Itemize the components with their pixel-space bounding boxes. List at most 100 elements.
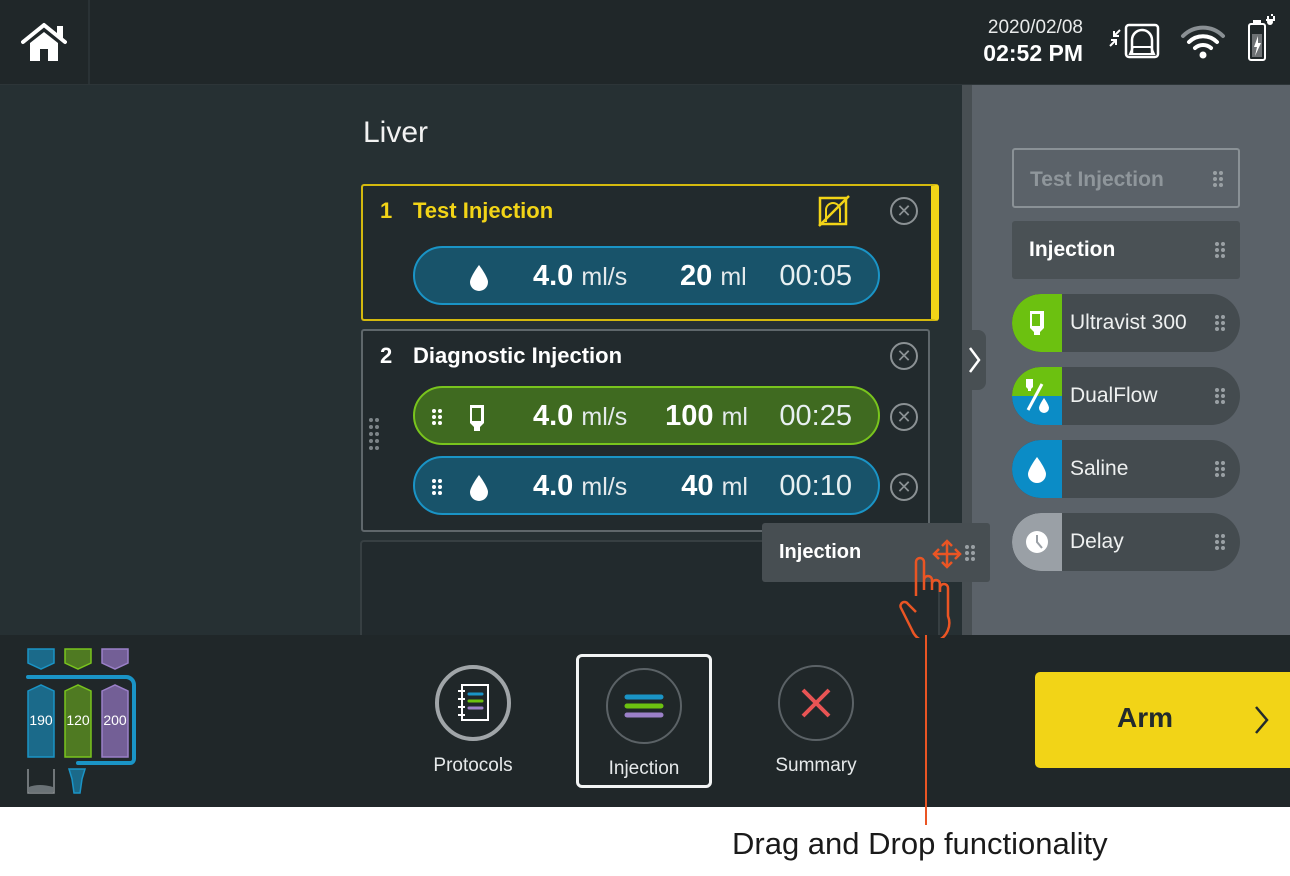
arm-label: Arm bbox=[1117, 702, 1174, 733]
contrast-swatch bbox=[1012, 294, 1062, 352]
library-item-delay[interactable]: Delay bbox=[1012, 513, 1240, 571]
volume-unit: ml bbox=[720, 263, 747, 291]
fluid-status-widget[interactable]: 190 120 200 bbox=[24, 647, 140, 797]
drag-handle-icon[interactable] bbox=[1214, 387, 1226, 405]
step-card-diagnostic-injection[interactable]: 2 Diagnostic Injection ✕ 4.0 ml/s 100 ml… bbox=[361, 329, 930, 532]
contrast-bottle-icon bbox=[1030, 311, 1044, 335]
volume-value: 20 bbox=[680, 260, 713, 292]
tab-label: Summary bbox=[775, 755, 857, 776]
library-item-ultravist-300[interactable]: Ultravist 300 bbox=[1012, 294, 1240, 352]
tab-protocols[interactable]: Protocols bbox=[405, 654, 541, 788]
flow-value: 4.0 bbox=[533, 400, 574, 432]
phase-drag-handle[interactable] bbox=[431, 478, 443, 496]
chevron-right-icon bbox=[1255, 706, 1269, 734]
step-name: Test Injection bbox=[413, 198, 554, 223]
saline-drop-icon bbox=[470, 475, 488, 501]
library-item-label: Delay bbox=[1070, 530, 1124, 553]
flow-rate[interactable]: 4.0 ml/s bbox=[533, 470, 627, 503]
flow-rate[interactable]: 4.0 ml/s bbox=[533, 260, 627, 293]
drag-handle-icon[interactable] bbox=[1214, 533, 1226, 551]
duration: 00:25 bbox=[779, 400, 852, 432]
volume[interactable]: 100 ml bbox=[665, 400, 748, 433]
library-item-test-injection: Test Injection bbox=[1012, 148, 1240, 208]
tab-label: Injection bbox=[608, 758, 680, 779]
home-button[interactable] bbox=[0, 0, 90, 84]
contrast-bottle-icon bbox=[470, 405, 484, 431]
flow-rate[interactable]: 4.0 ml/s bbox=[533, 400, 627, 433]
drag-handle-icon bbox=[1213, 171, 1223, 187]
step-number: 2 bbox=[380, 343, 393, 368]
drag-handle-icon[interactable] bbox=[964, 544, 976, 562]
remove-phase-button[interactable]: ✕ bbox=[890, 473, 918, 501]
collapse-panel-button[interactable] bbox=[962, 330, 986, 390]
injection-list-icon bbox=[624, 694, 664, 718]
protocols-icon-circle bbox=[435, 665, 511, 741]
dualflow-icon bbox=[1026, 379, 1049, 413]
dualflow-swatch bbox=[1012, 367, 1062, 425]
battery-charging-icon bbox=[1248, 14, 1275, 61]
scanner-off-icon[interactable] bbox=[817, 194, 851, 228]
duration: 00:10 bbox=[779, 470, 852, 502]
library-item-label: Test Injection bbox=[1030, 168, 1164, 191]
remove-step-button[interactable]: ✕ bbox=[890, 197, 918, 225]
library-item-label: Ultravist 300 bbox=[1070, 311, 1187, 334]
annotation-caption: Drag and Drop functionality bbox=[732, 826, 1108, 861]
saline-swatch bbox=[1012, 440, 1062, 498]
volume-unit: ml bbox=[721, 473, 748, 501]
library-item-label: Saline bbox=[1070, 457, 1129, 480]
saline-drop-icon bbox=[470, 265, 488, 291]
remove-phase-button[interactable]: ✕ bbox=[890, 403, 918, 431]
library-item-saline[interactable]: Saline bbox=[1012, 440, 1240, 498]
scanner-link-icon[interactable] bbox=[1106, 18, 1162, 62]
protocol-title: Liver bbox=[363, 116, 429, 149]
syringe-level-contrast-b: 200 bbox=[103, 712, 127, 728]
clock-icon bbox=[1026, 531, 1048, 553]
step-drag-handle[interactable] bbox=[368, 417, 380, 451]
phase-pill-saline[interactable]: 4.0 ml/s 40 ml 00:10 bbox=[413, 456, 880, 515]
volume-value: 100 bbox=[665, 400, 714, 432]
step-card-test-injection[interactable]: 1 Test Injection ✕ 4.0 ml/s 20 ml 00:05 bbox=[361, 184, 939, 321]
volume[interactable]: 20 ml bbox=[680, 260, 747, 293]
phase-drag-handle[interactable] bbox=[431, 408, 443, 426]
tab-label: Protocols bbox=[433, 755, 513, 776]
volume-value: 40 bbox=[681, 470, 714, 502]
flow-unit: ml/s bbox=[581, 263, 628, 291]
annotation-pointer-line bbox=[925, 635, 927, 825]
volume[interactable]: 40 ml bbox=[681, 470, 748, 503]
drag-handle-icon[interactable] bbox=[1214, 314, 1226, 332]
flow-unit: ml/s bbox=[581, 403, 628, 431]
phase-pill-saline[interactable]: 4.0 ml/s 20 ml 00:05 bbox=[413, 246, 880, 305]
date-time: 2020/02/08 02:52 PM bbox=[983, 17, 1083, 67]
library-item-dualflow[interactable]: DualFlow bbox=[1012, 367, 1240, 425]
home-icon bbox=[21, 23, 67, 61]
top-bar: 2020/02/08 02:52 PM bbox=[0, 0, 1290, 85]
step-number: 1 bbox=[380, 198, 393, 223]
tab-summary[interactable]: Summary bbox=[748, 654, 884, 788]
library-item-label: DualFlow bbox=[1070, 384, 1158, 407]
flow-unit: ml/s bbox=[581, 473, 628, 501]
remove-step-button[interactable]: ✕ bbox=[890, 342, 918, 370]
drag-handle-icon[interactable] bbox=[1214, 241, 1226, 259]
flow-value: 4.0 bbox=[533, 470, 574, 502]
flow-value: 4.0 bbox=[533, 260, 574, 292]
phase-pill-contrast[interactable]: 4.0 ml/s 100 ml 00:25 bbox=[413, 386, 880, 445]
syringe-level-contrast-a: 120 bbox=[66, 712, 90, 728]
arm-button[interactable]: Arm bbox=[1035, 672, 1290, 768]
syringe-level-saline: 190 bbox=[29, 712, 53, 728]
injection-icon-circle bbox=[606, 668, 682, 744]
drag-handle-icon[interactable] bbox=[1214, 460, 1226, 478]
chevron-right-icon bbox=[969, 347, 981, 373]
time: 02:52 PM bbox=[983, 40, 1083, 66]
delay-swatch bbox=[1012, 513, 1062, 571]
summary-icon-circle bbox=[778, 665, 854, 741]
saline-drop-icon bbox=[1028, 457, 1046, 483]
wifi-icon bbox=[1181, 25, 1225, 59]
protocols-notebook-icon bbox=[458, 684, 489, 721]
tab-injection[interactable]: Injection bbox=[576, 654, 712, 788]
volume-unit: ml bbox=[721, 403, 748, 431]
hand-pointer-icon bbox=[899, 556, 951, 638]
date: 2020/02/08 bbox=[987, 17, 1083, 38]
step-name: Diagnostic Injection bbox=[413, 343, 623, 368]
library-item-injection[interactable]: Injection bbox=[1012, 221, 1240, 279]
error-x-icon bbox=[801, 688, 831, 718]
